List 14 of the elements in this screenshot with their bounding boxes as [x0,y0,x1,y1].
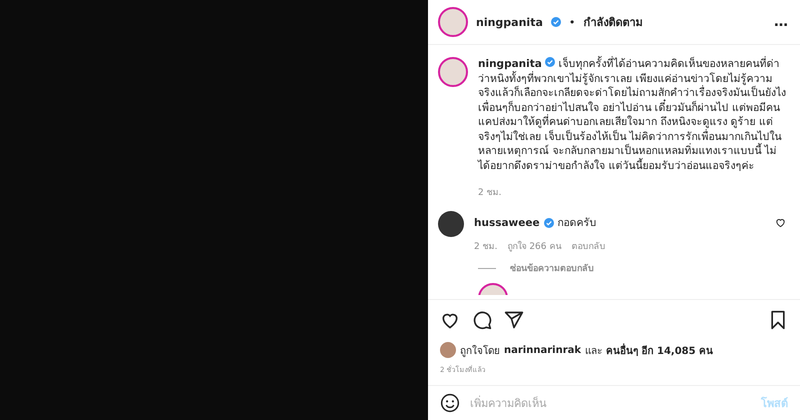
liker-username[interactable]: narinnarinrak [504,344,582,356]
liked-by-label: ถูกใจโดย [460,344,500,358]
and-label: และ [585,344,602,358]
more-button[interactable]: … [774,14,788,30]
caption-time: 2 ชม. [478,187,502,199]
comment-input-field[interactable]: เพิ่มความคิดเห็น [470,390,751,416]
username[interactable]: ningpanita [476,16,543,28]
separator-dot: • [568,16,576,28]
comment-username[interactable]: hussaweee [474,216,540,228]
follow-status[interactable]: กำลังติดตาม [583,13,642,31]
comment-time: 2 ชม. [474,241,498,253]
others-count[interactable]: คนอื่นๆ อีก 14,085 คน [606,342,714,358]
caption-text: ningpanita เจ็บทุกครั้งที่ได้อ่านความคิดเห็นของหลายคนที่ด่าว่าหนิงทั้งๆที่พวกเขาไม่รู้จักเราเลย เพียงแค่อ่านข่าวโดยไม่รู้ความจริงแล้วก็เลือกจะเกลียดจะด่าโดยไม่ถามสักคำว่าเรื่องจริงมันเป็นยังไง เพื่อนๆก็บอกว่าอย่าไปสนใจ อย่าไปอ่าน เดี๋ยวมันก็ผ่านไป แต่พอมีคนแคปส่งมาให้ดูที่คนด่าบอกเลยเสียใจมาก ถึงหนิงจะดูแรง ดูร้าย แต่จริงๆไม่ใช่เลย เจ็บเป็นร้องไห้เป็น ไม่คิดว่าการรักเพื่อนมากเกินไปในหลายเหตุการณ์ จะกลับกลายมาเป็นหอกแหลมทิ่มแทงเราแบบนี้ ไม่ได้อยากดึงดราม่าขอกำลังใจ แต่วันนี้ยอมรับว่าอ่อนแอจริงๆค่ะ [478,57,786,173]
comment-text: กอดครับ [558,216,597,231]
